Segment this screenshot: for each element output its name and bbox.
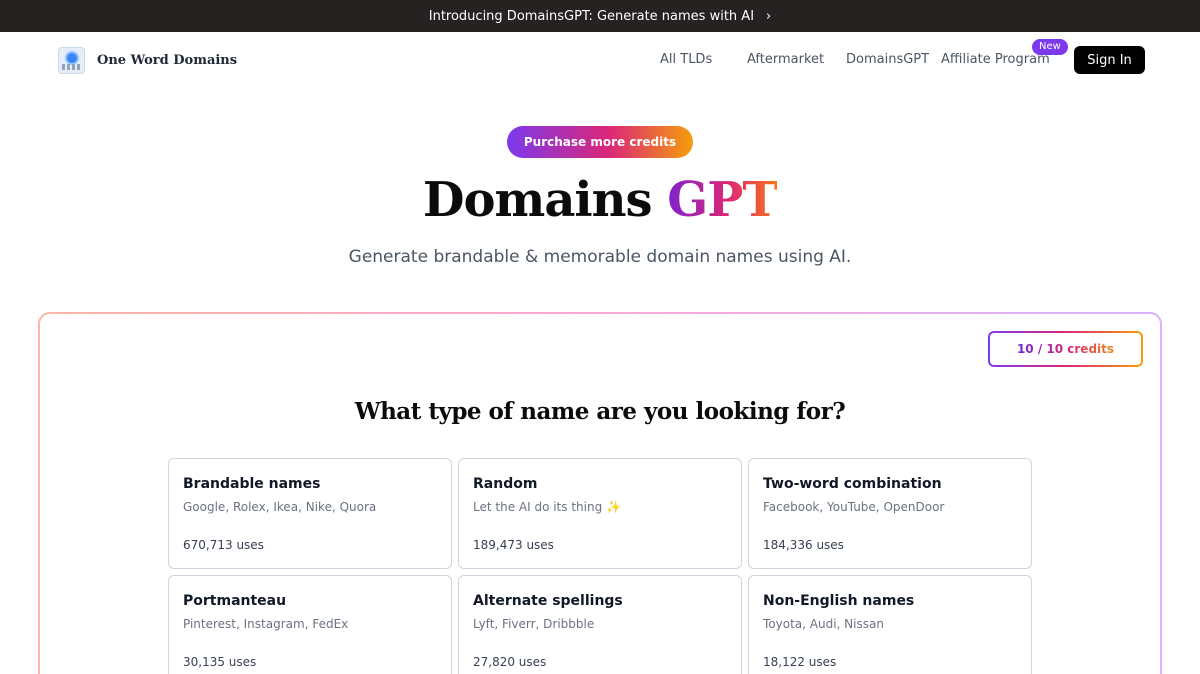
card-uses: 670,713 uses xyxy=(183,538,264,552)
page-subtitle: Generate brandable & memorable domain na… xyxy=(348,247,852,267)
name-type-question: What type of name are you looking for? xyxy=(354,398,846,425)
name-type-card-brandable[interactable]: Brandable names Google, Rolex, Ikea, Nik… xyxy=(168,458,452,569)
title-accent: GPT xyxy=(667,172,778,228)
card-uses: 18,122 uses xyxy=(763,655,837,669)
card-title: Portmanteau xyxy=(183,593,287,609)
new-badge: New xyxy=(1032,39,1068,55)
card-uses: 184,336 uses xyxy=(763,538,844,552)
credits-badge: 10 / 10 credits xyxy=(988,331,1143,367)
sign-in-button[interactable]: Sign In xyxy=(1074,46,1145,74)
card-examples: Lyft, Fiverr, Dribbble xyxy=(473,617,595,631)
card-examples: Google, Rolex, Ikea, Nike, Quora xyxy=(183,500,377,514)
card-examples: Pinterest, Instagram, FedEx xyxy=(183,617,349,631)
card-uses: 27,820 uses xyxy=(473,655,547,669)
card-title: Two-word combination xyxy=(763,476,942,492)
announcement-bar[interactable]: Introducing DomainsGPT: Generate names w… xyxy=(0,0,1200,32)
card-examples: Toyota, Audi, Nissan xyxy=(763,617,884,631)
page-title: Domains GPT xyxy=(0,172,1200,228)
title-main: Domains xyxy=(422,172,653,228)
card-examples: Facebook, YouTube, OpenDoor xyxy=(763,500,945,514)
purchase-credits-button[interactable]: Purchase more credits xyxy=(507,126,693,158)
logo-link[interactable]: One Word Domains xyxy=(58,47,237,74)
logo-icon xyxy=(58,47,85,74)
name-type-card-portmanteau[interactable]: Portmanteau Pinterest, Instagram, FedEx … xyxy=(168,575,452,674)
chevron-right-icon: › xyxy=(766,8,772,24)
nav-link-aftermarket[interactable]: Aftermarket xyxy=(747,52,824,67)
card-title: Random xyxy=(473,476,538,492)
logo-text: One Word Domains xyxy=(97,53,238,68)
credits-text: 10 / 10 credits xyxy=(1016,342,1115,356)
card-title: Non-English names xyxy=(763,593,915,609)
card-uses: 30,135 uses xyxy=(183,655,257,669)
nav-link-affiliate-program[interactable]: Affiliate Program xyxy=(941,52,1050,67)
name-type-card-two-word[interactable]: Two-word combination Facebook, YouTube, … xyxy=(748,458,1032,569)
nav-link-domainsgpt[interactable]: DomainsGPT xyxy=(846,52,929,67)
name-type-card-non-english[interactable]: Non-English names Toyota, Audi, Nissan 1… xyxy=(748,575,1032,674)
top-nav: One Word Domains All TLDs Aftermarket Do… xyxy=(0,32,1200,88)
nav-link-all-tlds[interactable]: All TLDs xyxy=(660,52,712,67)
card-title: Alternate spellings xyxy=(473,593,623,609)
card-title: Brandable names xyxy=(183,476,321,492)
name-type-card-random[interactable]: Random Let the AI do its thing ✨ 189,473… xyxy=(458,458,742,569)
card-examples: Let the AI do its thing ✨ xyxy=(473,500,621,514)
announcement-text: Introducing DomainsGPT: Generate names w… xyxy=(428,8,755,24)
card-uses: 189,473 uses xyxy=(473,538,554,552)
name-type-card-alternate-spellings[interactable]: Alternate spellings Lyft, Fiverr, Dribbb… xyxy=(458,575,742,674)
